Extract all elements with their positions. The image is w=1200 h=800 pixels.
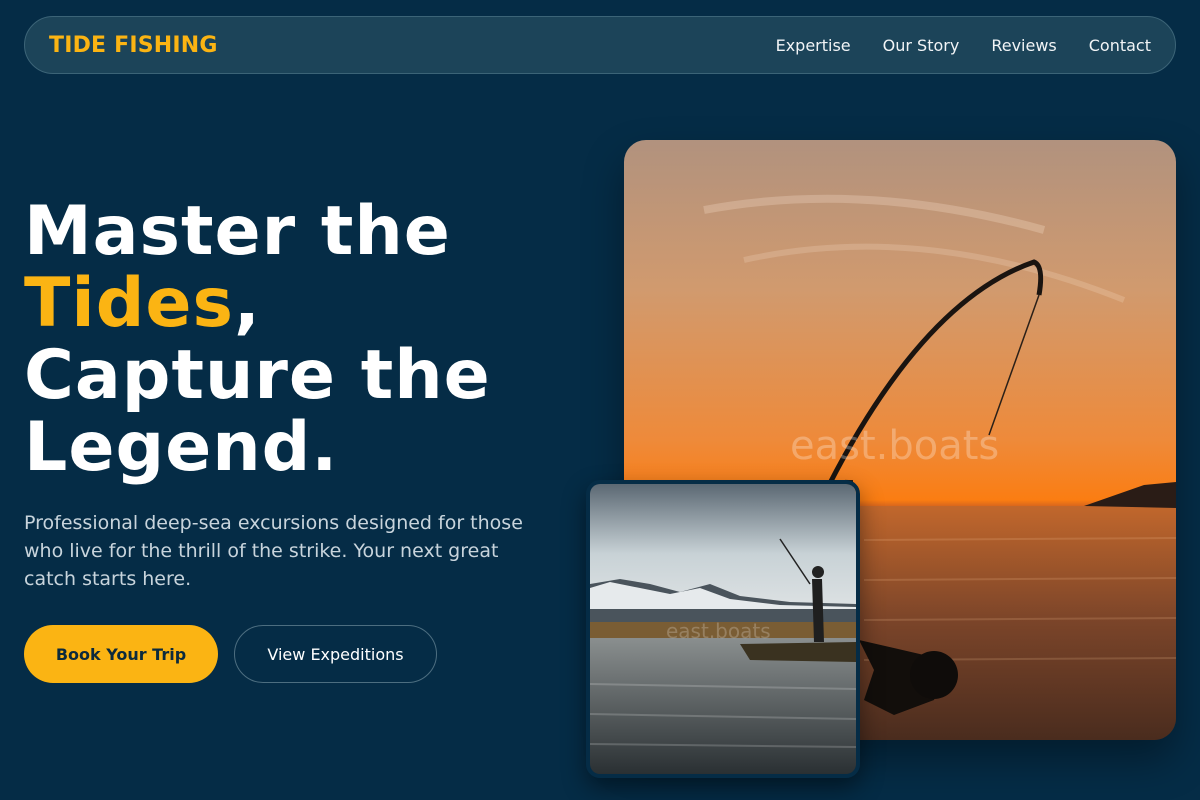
- nav-links: Expertise Our Story Reviews Contact: [776, 36, 1151, 55]
- hero-title-line-4: Legend.: [24, 408, 339, 487]
- view-expeditions-button[interactable]: View Expeditions: [234, 625, 437, 683]
- nav-link-contact[interactable]: Contact: [1089, 36, 1151, 55]
- navbar: TIDE FISHING Expertise Our Story Reviews…: [24, 16, 1176, 74]
- nav-link-reviews[interactable]: Reviews: [991, 36, 1056, 55]
- book-trip-button[interactable]: Book Your Trip: [24, 625, 218, 683]
- angler-lake-image: [590, 484, 856, 774]
- nav-link-expertise[interactable]: Expertise: [776, 36, 851, 55]
- hero-title-line-3: Capture the: [24, 336, 491, 415]
- hero-title: Master the Tides, Capture the Legend.: [24, 196, 584, 484]
- hero-photo-angler-lake: east.boats: [586, 480, 860, 778]
- hero-title-line-1: Master the: [24, 192, 451, 271]
- hero-subtitle: Professional deep-sea excursions designe…: [24, 512, 523, 590]
- hero-title-comma: ,: [233, 264, 261, 343]
- brand-logo[interactable]: TIDE FISHING: [49, 33, 218, 58]
- nav-link-our-story[interactable]: Our Story: [883, 36, 960, 55]
- hero-title-accent: Tides: [24, 264, 234, 343]
